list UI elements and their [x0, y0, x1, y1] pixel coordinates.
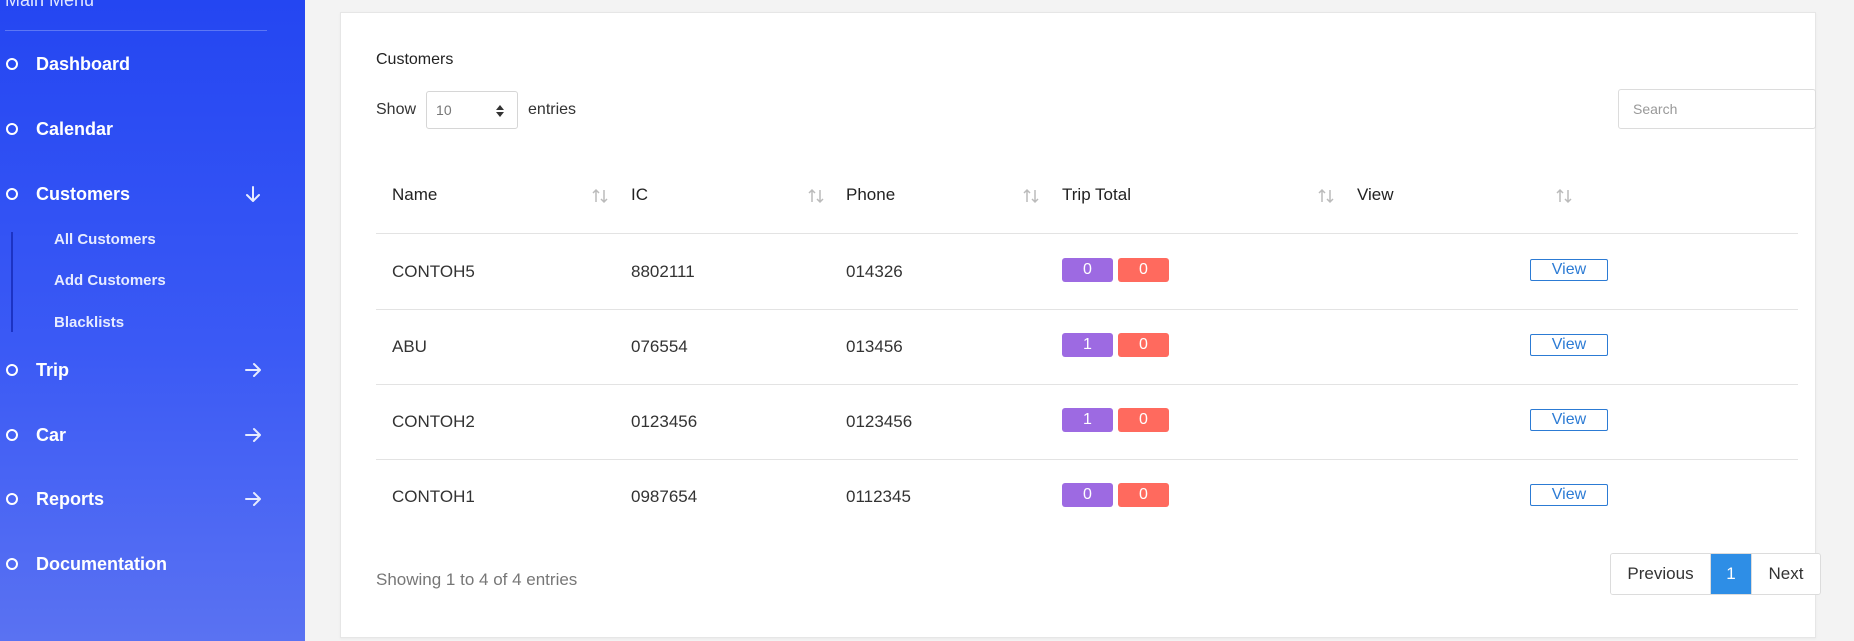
view-button[interactable]: View	[1530, 484, 1608, 506]
arrow-down-icon	[246, 186, 260, 202]
sidebar-item-label: Documentation	[36, 553, 168, 574]
table-row: CONTOH2 0123456 0123456 1 0 View	[376, 384, 1798, 460]
cell-ic: 076554	[631, 337, 688, 356]
arrow-right-icon	[245, 492, 261, 506]
trip-count-badge: 1	[1062, 333, 1113, 357]
sidebar-item-trip[interactable]: Trip	[0, 355, 280, 385]
submenu-line	[11, 232, 13, 332]
cell-ic: 0123456	[631, 412, 698, 431]
cell-ic: 0987654	[631, 487, 698, 506]
table-row: ABU 076554 013456 1 0 View	[376, 309, 1798, 385]
sort-icon[interactable]	[591, 187, 609, 205]
cell-phone: 014326	[846, 262, 903, 281]
sidebar-item-calendar[interactable]: Calendar	[0, 114, 280, 144]
circle-bullet-icon	[6, 364, 18, 376]
entries-select[interactable]: 10	[426, 91, 519, 129]
column-header-trip-total[interactable]: Trip Total	[1062, 185, 1131, 205]
table-info: Showing 1 to 4 of 4 entries	[376, 570, 578, 589]
customers-card: Customers Show 10 entries Name IC Phone	[340, 12, 1821, 638]
cell-phone: 0123456	[846, 412, 913, 431]
sidebar-item-label: Reports	[36, 488, 105, 509]
table-row: CONTOH1 0987654 0112345 0 0 View	[376, 459, 1798, 534]
cell-phone: 0112345	[846, 487, 911, 506]
circle-bullet-icon	[6, 493, 18, 505]
view-button[interactable]: View	[1530, 259, 1608, 281]
trip-count-badge: 0	[1118, 408, 1169, 432]
menu-title: Main Menu	[5, 0, 95, 10]
sort-caret-icon	[496, 105, 505, 117]
cell-phone: 013456	[846, 337, 903, 356]
next-page-button[interactable]: Next	[1751, 554, 1820, 594]
column-header-ic[interactable]: IC	[631, 185, 648, 205]
cell-ic: 8802111	[631, 262, 695, 281]
arrow-right-icon	[245, 428, 261, 442]
table-header: Name IC Phone Trip Total View	[376, 161, 1798, 234]
view-button[interactable]: View	[1530, 409, 1608, 431]
cell-name: CONTOH2	[392, 412, 475, 431]
previous-page-button[interactable]: Previous	[1611, 554, 1711, 594]
show-label: Show	[376, 101, 417, 118]
sidebar-item-car[interactable]: Car	[0, 420, 280, 450]
sidebar-item-label: Customers	[36, 183, 131, 204]
cell-name: CONTOH5	[392, 262, 475, 281]
cell-name: ABU	[392, 337, 427, 356]
sidebar-subitem-blacklists[interactable]: Blacklists	[54, 314, 124, 331]
arrow-right-icon	[245, 363, 261, 377]
trip-count-badge: 0	[1062, 258, 1113, 282]
entries-label: entries	[528, 101, 577, 118]
sort-icon[interactable]	[807, 187, 825, 205]
sort-icon[interactable]	[1022, 187, 1040, 205]
view-button[interactable]: View	[1530, 334, 1608, 356]
pagination: Previous 1 Next	[1610, 553, 1821, 595]
column-header-phone[interactable]: Phone	[846, 185, 895, 205]
trip-count-badge: 0	[1118, 258, 1169, 282]
circle-bullet-icon	[6, 58, 18, 70]
sidebar-item-reports[interactable]: Reports	[0, 484, 280, 514]
sidebar-subitem-add-customers[interactable]: Add Customers	[54, 272, 166, 289]
entries-value: 10	[436, 102, 452, 118]
circle-bullet-icon	[6, 123, 18, 135]
sidebar-item-label: Trip	[36, 359, 70, 380]
table-row: CONTOH5 8802111 014326 0 0 View	[376, 234, 1798, 310]
menu-divider	[5, 30, 267, 31]
circle-bullet-icon	[6, 558, 18, 570]
page-title: Customers	[376, 51, 454, 68]
column-header-view[interactable]: View	[1357, 185, 1394, 205]
sidebar-item-label: Dashboard	[36, 53, 131, 74]
sort-icon[interactable]	[1555, 187, 1573, 205]
sidebar: Main Menu Dashboard Calendar Customers A…	[0, 0, 305, 641]
trip-count-badge: 0	[1118, 483, 1169, 507]
trip-count-badge: 0	[1062, 483, 1113, 507]
circle-bullet-icon	[6, 188, 18, 200]
sidebar-item-label: Calendar	[36, 118, 114, 139]
sidebar-item-documentation[interactable]: Documentation	[0, 549, 280, 579]
page-button-1[interactable]: 1	[1711, 554, 1751, 594]
sidebar-item-label: Car	[36, 424, 67, 445]
entries-length-control: Show 10 entries	[376, 90, 576, 130]
column-header-name[interactable]: Name	[392, 185, 437, 205]
sidebar-item-customers[interactable]: Customers	[0, 179, 280, 209]
search-input[interactable]	[1618, 89, 1816, 129]
circle-bullet-icon	[6, 429, 18, 441]
cell-name: CONTOH1	[392, 487, 475, 506]
sidebar-item-dashboard[interactable]: Dashboard	[0, 49, 280, 79]
sort-icon[interactable]	[1317, 187, 1335, 205]
sidebar-subitem-all-customers[interactable]: All Customers	[54, 231, 156, 248]
trip-count-badge: 0	[1118, 333, 1169, 357]
trip-count-badge: 1	[1062, 408, 1113, 432]
